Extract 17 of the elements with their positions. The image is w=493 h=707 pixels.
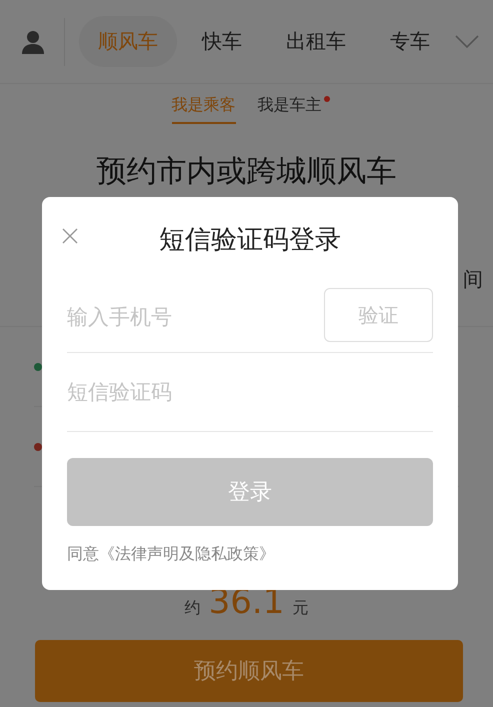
user-icon[interactable] bbox=[20, 28, 46, 54]
sms-code-input-field[interactable]: 短信验证码 bbox=[67, 372, 433, 412]
role-tab[interactable]: 我是乘客 bbox=[172, 95, 236, 124]
agreement-link[interactable]: 同意《法律声明及隐私政策》 bbox=[67, 544, 433, 565]
service-tab[interactable]: 出租车 bbox=[267, 16, 365, 67]
chevron-down-icon[interactable] bbox=[455, 34, 479, 50]
service-tab[interactable]: 快车 bbox=[183, 16, 261, 67]
page-heading: 预约市内或跨城顺风车 bbox=[96, 153, 398, 191]
dialog-title: 短信验证码登录 bbox=[159, 224, 341, 256]
time-selector[interactable]: 间 bbox=[463, 266, 483, 293]
role-tab[interactable]: 我是车主 bbox=[258, 95, 322, 124]
price-unit: 元 bbox=[292, 598, 308, 619]
close-icon[interactable] bbox=[61, 227, 79, 245]
price-prefix: 约 bbox=[184, 598, 201, 619]
service-tab[interactable]: 专车 bbox=[371, 16, 449, 67]
book-ride-button[interactable]: 预约顺风车 bbox=[35, 640, 463, 702]
phone-input-field[interactable]: 输入手机号 bbox=[67, 296, 324, 336]
